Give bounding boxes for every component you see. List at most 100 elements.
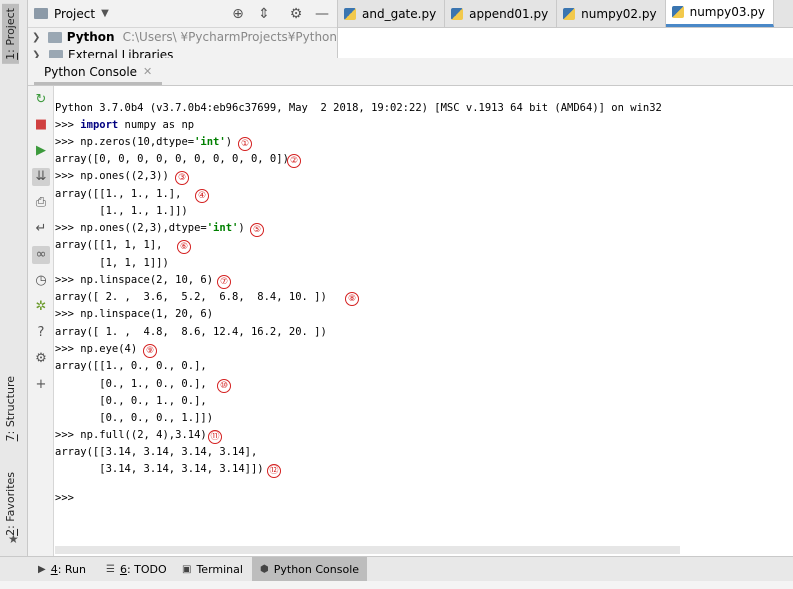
annotation-marker: ② [287, 154, 301, 168]
console-text: numpy as np [118, 119, 195, 131]
console-output-line: [1, 1, 1]]) [55, 257, 169, 269]
console-input-line: >>> np.full((2, 4),3.14) [55, 429, 207, 441]
console-text: array([ 2. , 3.6, 5.2, 6.8, 8.4, 10. ]) [55, 291, 327, 303]
console-prompt: >>> [55, 170, 81, 182]
console-output-line: array([[1., 1., 1.], [55, 188, 181, 200]
status-bar [0, 581, 793, 589]
console-text: [3.14, 3.14, 3.14, 3.14]]) [55, 463, 264, 475]
scroll-to-end-icon[interactable]: ⇊ [32, 168, 50, 186]
editor-tab[interactable]: numpy02.py [557, 0, 666, 27]
console-output-line: [0., 0., 0., 1.]]) [55, 412, 213, 424]
string-literal: 'int' [194, 136, 226, 148]
editor-tab-label: and_gate.py [362, 6, 437, 21]
project-panel-title[interactable]: Project [54, 7, 95, 21]
stop-icon[interactable]: ■ [32, 116, 50, 134]
print-icon[interactable]: ⎙ [32, 194, 50, 212]
console-output-line: Python 3.7.0b4 (v3.7.0b4:eb96c37699, May… [55, 102, 662, 114]
minimize-icon[interactable]: — [314, 6, 330, 22]
console-input-line: >>> [55, 492, 74, 504]
target-icon[interactable]: ⊕ [230, 6, 246, 22]
console-text: ) [238, 222, 245, 234]
tab-label: : TODO [126, 563, 167, 576]
project-tool-tab[interactable]: 1: Project [2, 4, 19, 64]
tab-python-console[interactable]: Python Console ✕ [34, 61, 163, 85]
console-output[interactable]: Python 3.7.0b4 (v3.7.0b4:eb96c37699, May… [55, 100, 793, 545]
settings-icon[interactable]: ⚙ [32, 350, 50, 368]
annotation-marker: ⑥ [177, 240, 191, 254]
console-input-line: >>> np.eye(4) [55, 343, 137, 355]
project-tree: ❯ Python C:\Users\ ¥PycharmProjects¥Pyth… [28, 28, 337, 58]
execute-icon[interactable]: ▶ [32, 142, 50, 160]
console-header: Python Console ✕ [28, 58, 793, 86]
editor-area[interactable] [338, 28, 793, 58]
console-text: array([0, 0, 0, 0, 0, 0, 0, 0, 0, 0]) [55, 153, 289, 165]
console-input-line: >>> np.linspace(2, 10, 6) [55, 274, 213, 286]
annotation-marker: ③ [175, 171, 189, 185]
collapse-all-icon[interactable]: ⇕ [256, 6, 272, 22]
annotation-marker: ⑪ [208, 430, 222, 444]
rerun-icon[interactable]: ↻ [32, 91, 50, 109]
console-prompt: >>> [55, 119, 81, 131]
editor-tab-active[interactable]: numpy03.py [665, 0, 775, 27]
structure-tab-number: 7 [4, 434, 17, 442]
console-output-line: array([[1, 1, 1], [55, 239, 162, 251]
tab-number: 6 [119, 563, 127, 576]
editor-tab[interactable]: append01.py [445, 0, 558, 27]
console-input-line: >>> import numpy as np [55, 119, 194, 131]
favorites-tool-tab[interactable]: 2: Favorites [4, 472, 17, 536]
chevron-right-icon[interactable]: ❯ [32, 32, 43, 43]
editor-tab-label: append01.py [469, 6, 549, 21]
console-output-line: array([[3.14, 3.14, 3.14, 3.14], [55, 446, 257, 458]
console-text: array([[1., 1., 1.], [55, 188, 182, 200]
tab-run[interactable]: ▶ 4: Run [30, 557, 94, 582]
annotation-marker: ⑦ [217, 275, 231, 289]
close-icon[interactable]: ✕ [143, 65, 152, 78]
tree-item-external-libraries[interactable]: ❯ External Libraries [32, 46, 337, 58]
tab-python-console-bottom[interactable]: ⬢ Python Console [252, 557, 367, 582]
tree-item-path: C:\Users\ ¥PycharmProjects¥Python [122, 30, 337, 44]
tab-label: : Run [57, 563, 86, 576]
bottom-tool-bar: ▶ 4: Run ☰ 6: TODO ▣ Terminal ⬢ Python C… [0, 556, 793, 582]
annotation-marker: ④ [195, 189, 209, 203]
tree-item-python[interactable]: ❯ Python C:\Users\ ¥PycharmProjects¥Pyth… [32, 28, 337, 46]
console-output-line: array([ 1. , 4.8, 8.6, 12.4, 16.2, 20. ]… [55, 326, 327, 338]
console-output-line: [3.14, 3.14, 3.14, 3.14]]) [55, 463, 264, 475]
console-output-line: array([0, 0, 0, 0, 0, 0, 0, 0, 0, 0]) [55, 153, 289, 165]
structure-tool-tab[interactable]: 7: Structure [4, 376, 17, 441]
horizontal-scrollbar[interactable] [55, 546, 680, 554]
console-text: [0., 1., 0., 0.], [55, 378, 207, 390]
annotation-marker: ⑩ [217, 379, 231, 393]
new-console-icon[interactable]: + [32, 376, 50, 394]
console-text: ) [225, 136, 233, 148]
console-output-line: array([[1., 0., 0., 0.], [55, 360, 207, 372]
console-prompt: >>> [55, 136, 81, 148]
left-tool-strip: 1: Project 7: Structure 2: Favorites ★ [0, 0, 28, 562]
help-icon[interactable]: ? [32, 324, 50, 342]
tab-todo[interactable]: ☰ 6: TODO [98, 557, 175, 582]
editor-tab[interactable]: and_gate.py [338, 0, 446, 27]
console-text: np.full((2, 4),3.14) [80, 429, 207, 441]
console-text: np.eye(4) [80, 343, 138, 355]
console-input-line: >>> np.zeros(10,dtype='int') [55, 136, 232, 148]
console-input-line: >>> np.ones((2,3)) [55, 170, 169, 182]
python-icon: ⬢ [260, 564, 269, 575]
console-text: array([ 1. , 4.8, 8.6, 12.4, 16.2, 20. ]… [55, 326, 327, 338]
console-text: [1, 1, 1]]) [55, 257, 169, 269]
folder-icon [34, 8, 48, 19]
history-icon[interactable]: ◷ [32, 272, 50, 290]
console-prompt: >>> [55, 274, 81, 286]
soft-wrap-icon[interactable]: ↵ [32, 220, 50, 238]
chevron-right-icon[interactable]: ❯ [32, 50, 44, 59]
star-icon: ★ [8, 532, 19, 546]
editor-tab-label: numpy02.py [581, 6, 657, 21]
debug-icon[interactable]: ✲ [32, 298, 50, 316]
show-variables-icon[interactable]: ∞ [32, 246, 50, 264]
console-input-line: >>> np.linspace(1, 20, 6) [55, 308, 213, 320]
console-output-line: [0., 1., 0., 0.], [55, 378, 207, 390]
project-tab-label: : Project [4, 8, 17, 53]
console-text: np.ones((2,3),dtype= [80, 222, 207, 234]
run-icon: ▶ [38, 564, 46, 575]
chevron-down-icon[interactable]: ▼ [101, 8, 109, 19]
tab-terminal[interactable]: ▣ Terminal [174, 557, 251, 582]
gear-icon[interactable]: ⚙ [288, 6, 304, 22]
